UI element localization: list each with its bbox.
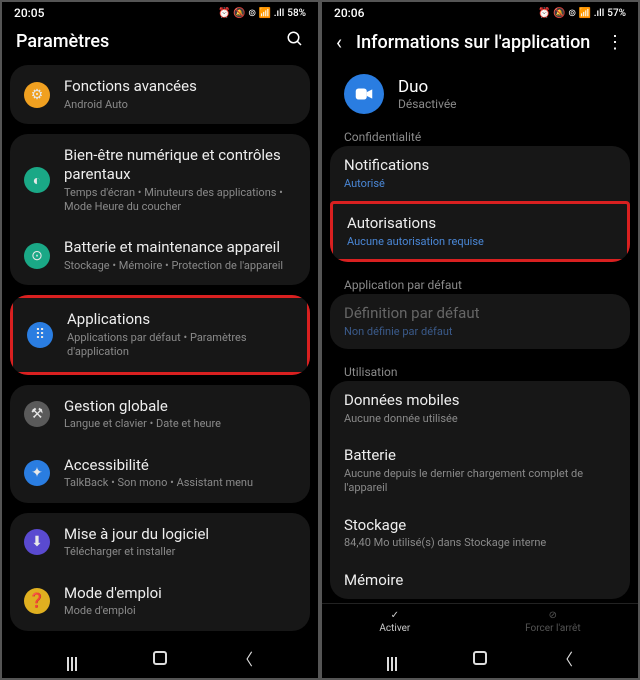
section-privacy: Confidentialité — [330, 124, 630, 146]
settings-item-applications[interactable]: ⠿ Applications Applications par défaut •… — [10, 295, 310, 374]
nav-recent-button[interactable] — [387, 657, 403, 659]
settings-item-general[interactable]: ⚒ Gestion globale Langue et clavier • Da… — [10, 385, 310, 444]
status-bar: 20:06 ⏰ 🔕 ⊚ 📶 .ıll 57% — [322, 2, 638, 22]
app-name: Duo — [398, 77, 457, 97]
settings-list: ⚙ Fonctions avancées Android Auto ◐ Bien… — [2, 65, 318, 636]
duo-app-icon — [344, 74, 384, 114]
app-header: Duo Désactivée — [330, 66, 630, 124]
item-notifications[interactable]: Notifications Autorisé — [330, 146, 630, 201]
battery-icon: ⊙ — [24, 243, 50, 269]
settings-item-advanced[interactable]: ⚙ Fonctions avancées Android Auto — [10, 65, 310, 124]
wellbeing-icon: ◐ — [24, 167, 50, 193]
settings-item-manual[interactable]: ❓ Mode d'emploi Mode d'emploi — [10, 572, 310, 631]
phone-left-settings: 20:05 ⏰ 🔕 ⊚ 📶 .ıll 58% Paramètres ⚙ Fonc… — [2, 2, 318, 678]
nav-home-button[interactable] — [473, 651, 487, 665]
settings-item-update[interactable]: ⬇ Mise à jour du logiciel Télécharger et… — [10, 513, 310, 572]
back-icon[interactable]: ‹ — [336, 30, 342, 54]
android-navbar: 〈 — [322, 636, 638, 678]
page-title: Paramètres — [16, 31, 272, 52]
check-icon: ✓ — [391, 610, 399, 621]
manual-icon: ❓ — [24, 588, 50, 614]
update-icon: ⬇ — [24, 529, 50, 555]
section-default: Application par défaut — [330, 272, 630, 294]
more-icon[interactable]: ⋮ — [606, 32, 624, 53]
nav-home-button[interactable] — [153, 651, 167, 665]
item-mobile-data[interactable]: Données mobiles Aucune donnée utilisée — [330, 381, 630, 436]
accessibility-icon: ✦ — [24, 460, 50, 486]
status-time: 20:05 — [14, 6, 44, 20]
settings-header: Paramètres — [2, 22, 318, 65]
apps-icon: ⠿ — [27, 322, 53, 348]
item-memory[interactable]: Mémoire — [330, 561, 630, 600]
stop-icon: ⊘ — [549, 610, 557, 621]
nav-back-button[interactable]: 〈 — [237, 646, 253, 670]
settings-item-wellbeing[interactable]: ◐ Bien-être numérique et contrôles paren… — [10, 134, 310, 226]
advanced-icon: ⚙ — [24, 82, 50, 108]
status-indicators: ⏰ 🔕 ⊚ 📶 .ıll 58% — [218, 8, 306, 19]
app-info-header: ‹ Informations sur l'application ⋮ — [322, 22, 638, 66]
item-default[interactable]: Définition par défaut Non définie par dé… — [330, 294, 630, 349]
activate-button[interactable]: ✓ Activer — [379, 610, 410, 634]
page-title: Informations sur l'application — [356, 32, 592, 53]
app-status: Désactivée — [398, 97, 457, 111]
status-time: 20:06 — [334, 6, 364, 20]
section-usage: Utilisation — [330, 359, 630, 381]
settings-item-accessibility[interactable]: ✦ Accessibilité TalkBack • Son mono • As… — [10, 444, 310, 503]
phone-right-app-info: 20:06 ⏰ 🔕 ⊚ 📶 .ıll 57% ‹ Informations su… — [322, 2, 638, 678]
item-permissions[interactable]: Autorisations Aucune autorisation requis… — [330, 201, 630, 262]
status-bar: 20:05 ⏰ 🔕 ⊚ 📶 .ıll 58% — [2, 2, 318, 22]
search-icon[interactable] — [286, 30, 304, 53]
item-storage[interactable]: Stockage 84,40 Mo utilisé(s) dans Stocka… — [330, 506, 630, 561]
settings-item-battery[interactable]: ⊙ Batterie et maintenance appareil Stock… — [10, 226, 310, 285]
force-stop-button: ⊘ Forcer l'arrêt — [525, 610, 580, 634]
status-indicators: ⏰ 🔕 ⊚ 📶 .ıll 57% — [538, 8, 626, 19]
app-info-content: Duo Désactivée Confidentialité Notificat… — [322, 66, 638, 603]
nav-back-button[interactable]: 〈 — [557, 646, 573, 670]
general-icon: ⚒ — [24, 401, 50, 427]
app-action-bar: ✓ Activer ⊘ Forcer l'arrêt — [322, 603, 638, 636]
nav-recent-button[interactable] — [67, 657, 83, 659]
item-battery-usage[interactable]: Batterie Aucune depuis le dernier charge… — [330, 436, 630, 505]
android-navbar: 〈 — [2, 636, 318, 678]
